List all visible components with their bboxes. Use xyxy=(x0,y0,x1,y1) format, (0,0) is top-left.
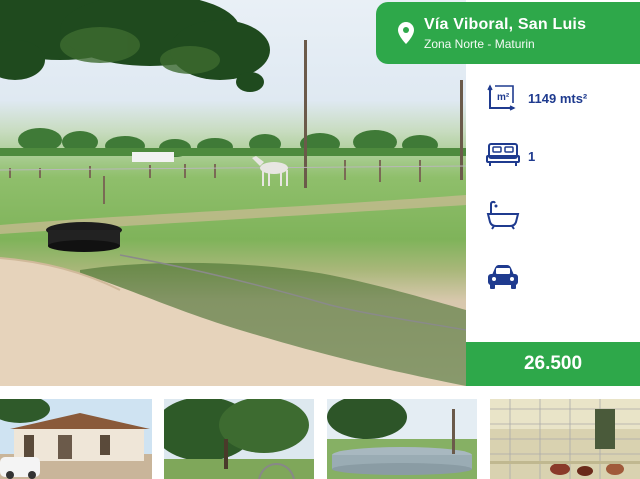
listing-title: Vía Viboral, San Luis xyxy=(424,16,587,33)
map-pin-icon xyxy=(398,22,414,49)
area-value: 1149 mts² xyxy=(528,91,588,106)
feature-bathrooms xyxy=(486,200,626,234)
bed-icon xyxy=(486,140,520,173)
car-icon xyxy=(486,263,520,296)
price-banner: 26.500 xyxy=(466,342,640,386)
price-value: 26.500 xyxy=(523,353,583,374)
feature-parking xyxy=(486,263,626,297)
feature-area: m² 1149 mts² xyxy=(486,82,626,116)
thumbnail-water-tank[interactable] xyxy=(327,399,477,479)
photo-gallery xyxy=(0,386,640,479)
listing-location: Zona Norte - Maturin xyxy=(424,37,535,51)
feature-bedrooms: 1 xyxy=(486,140,626,174)
thumbnail-house[interactable] xyxy=(0,399,152,479)
svg-text:m²: m² xyxy=(497,92,510,103)
thumbnail-trees[interactable] xyxy=(164,399,314,479)
bathtub-icon xyxy=(486,200,520,235)
area-icon: m² xyxy=(486,82,518,119)
location-banner: Vía Viboral, San Luis Zona Norte - Matur… xyxy=(376,2,640,64)
bedrooms-value: 1 xyxy=(528,149,536,164)
thumbnail-chicken-coop[interactable] xyxy=(490,399,640,479)
